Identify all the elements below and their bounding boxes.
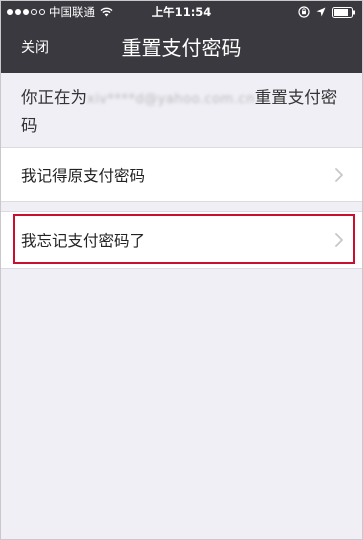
navigation-bar: 关闭 重置支付密码 <box>1 23 362 73</box>
location-arrow-icon <box>316 7 326 17</box>
battery-icon <box>332 6 356 18</box>
chevron-right-icon <box>334 232 344 248</box>
option-remember-password[interactable]: 我记得原支付密码 <box>1 148 362 201</box>
rotation-lock-icon <box>298 6 310 18</box>
app-screen: 中国联通 上午11:54 关闭 重置支付密码 你正在为xiv****d@yaho… <box>0 0 363 540</box>
status-bar: 中国联通 上午11:54 <box>1 1 362 23</box>
reset-info-text: 你正在为xiv****d@yahoo.com.cn重置支付密码 <box>21 85 346 139</box>
page-title: 重置支付密码 <box>121 36 242 60</box>
option-label: 我记得原支付密码 <box>21 166 146 185</box>
status-right <box>298 1 356 23</box>
option-group-remember: 我记得原支付密码 <box>1 147 362 202</box>
info-prefix: 你正在为 <box>21 88 87 107</box>
option-forgot-password[interactable]: 我忘记支付密码了 <box>1 212 362 268</box>
masked-email: xiv****d@yahoo.com.cn <box>87 92 255 107</box>
option-label: 我忘记支付密码了 <box>21 232 146 250</box>
chevron-right-icon <box>334 167 344 183</box>
option-group-forgot: 我忘记支付密码了 <box>1 211 362 269</box>
header: 中国联通 上午11:54 关闭 重置支付密码 <box>1 1 362 73</box>
